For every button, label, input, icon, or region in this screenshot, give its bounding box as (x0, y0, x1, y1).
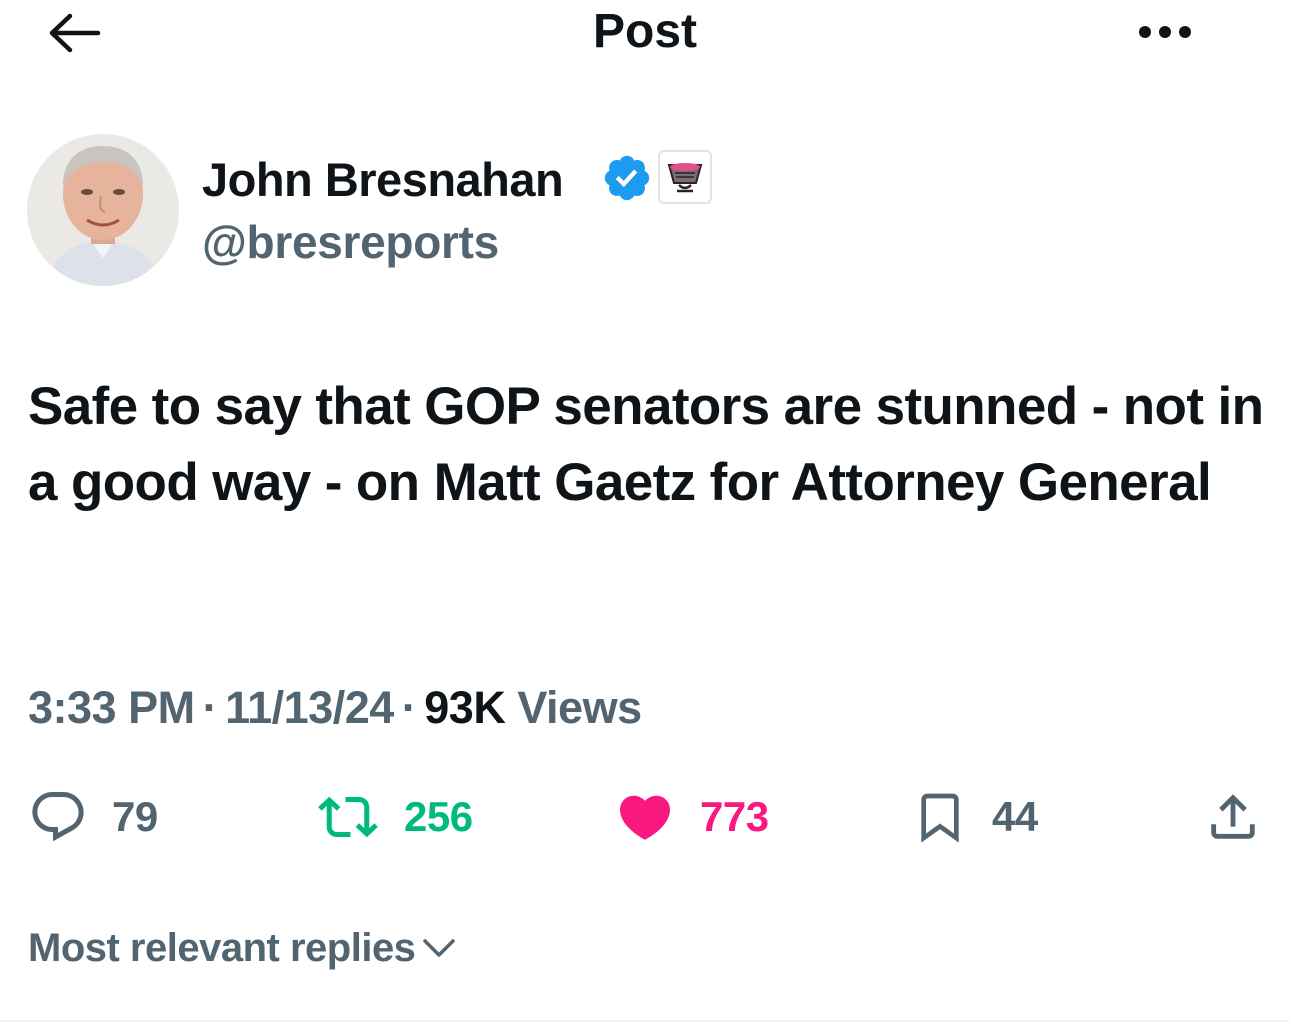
views-label: Views (517, 682, 642, 733)
like-count: 773 (700, 793, 769, 840)
bookmark-button[interactable]: 44 (912, 784, 1038, 850)
share-icon (1211, 794, 1255, 839)
meta-separator: · (202, 682, 218, 733)
repost-count: 256 (404, 793, 473, 840)
verified-badge-icon (604, 155, 650, 201)
affiliate-badge-icon (667, 163, 703, 193)
bookmark-count: 44 (992, 793, 1038, 840)
bookmark-icon (921, 793, 959, 843)
avatar[interactable] (27, 134, 179, 286)
post-date[interactable]: 11/13/24 (225, 682, 394, 733)
author-handle[interactable]: @bresreports (202, 214, 499, 270)
post-text: Safe to say that GOP senators are stunne… (28, 377, 1264, 512)
reply-button[interactable]: 79 (28, 784, 158, 850)
avatar-photo (27, 134, 179, 286)
views-count[interactable]: 93K (424, 682, 506, 733)
more-horizontal-icon (1139, 26, 1191, 38)
like-button[interactable]: 773 (614, 784, 769, 850)
heart-filled-icon (619, 795, 671, 840)
repost-button[interactable]: 256 (316, 784, 473, 850)
reply-count: 79 (112, 793, 158, 840)
reply-icon (32, 792, 84, 842)
verified-badge[interactable] (601, 152, 653, 204)
more-options-button[interactable] (1130, 10, 1200, 54)
affiliate-badge[interactable] (658, 150, 712, 204)
post-meta: 3:33 PM · 11/13/24 · 93K Views (28, 678, 642, 738)
replies-sort-dropdown[interactable]: Most relevant replies (28, 918, 459, 978)
replies-sort-label: Most relevant replies (28, 925, 416, 970)
repost-icon (318, 796, 378, 838)
page-title: Post (592, 5, 697, 58)
meta-separator: · (401, 682, 417, 733)
share-button[interactable] (1204, 784, 1262, 850)
author-name[interactable]: John Bresnahan (202, 152, 564, 208)
post-time[interactable]: 3:33 PM (28, 682, 195, 733)
chevron-down-icon (423, 939, 456, 957)
divider (0, 1020, 1290, 1022)
